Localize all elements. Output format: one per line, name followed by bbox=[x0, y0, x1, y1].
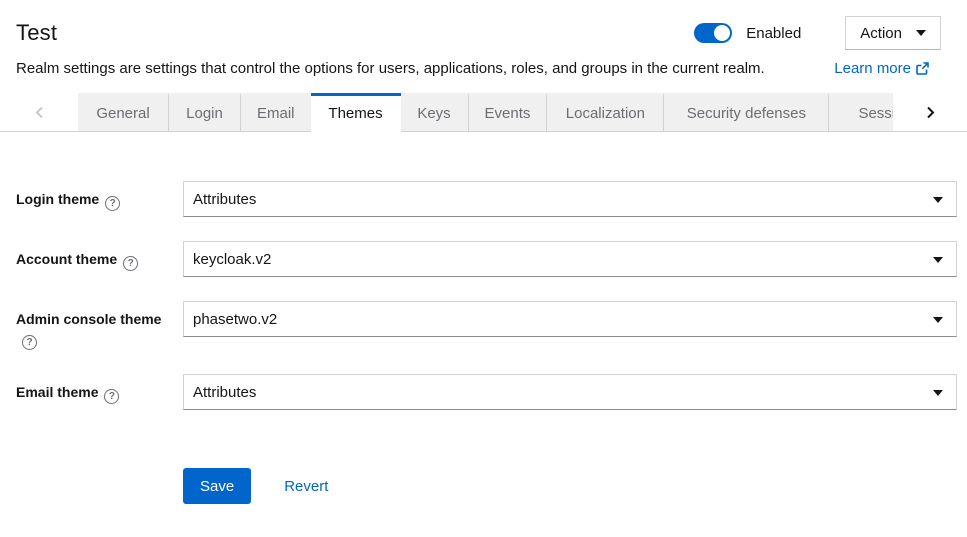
form-row-email-theme: Email theme? Attributes bbox=[16, 374, 957, 410]
page-title: Test bbox=[16, 20, 694, 46]
caret-down-icon bbox=[933, 197, 943, 203]
account-theme-label: Account theme bbox=[16, 251, 117, 267]
admin-console-theme-label-group: Admin console theme? bbox=[16, 301, 183, 350]
login-theme-label: Login theme bbox=[16, 191, 99, 207]
email-theme-label-group: Email theme? bbox=[16, 374, 183, 404]
tab-localization[interactable]: Localization bbox=[546, 93, 663, 132]
account-theme-select[interactable]: keycloak.v2 bbox=[183, 241, 957, 277]
save-button[interactable]: Save bbox=[183, 468, 251, 504]
page-header: Test Enabled Action Realm settings are s… bbox=[0, 0, 967, 77]
tab-general[interactable]: General bbox=[78, 93, 168, 132]
tab-keys[interactable]: Keys bbox=[401, 93, 468, 132]
learn-more-link[interactable]: Learn more bbox=[834, 60, 929, 77]
enabled-toggle[interactable] bbox=[694, 23, 732, 43]
tabs-scroll-left-button[interactable] bbox=[0, 93, 78, 132]
help-icon[interactable]: ? bbox=[22, 335, 37, 350]
caret-down-icon bbox=[933, 317, 943, 323]
caret-down-icon bbox=[916, 30, 926, 36]
admin-console-theme-value: phasetwo.v2 bbox=[193, 311, 277, 328]
enabled-toggle-label: Enabled bbox=[746, 25, 801, 42]
admin-console-theme-select[interactable]: phasetwo.v2 bbox=[183, 301, 957, 337]
caret-down-icon bbox=[933, 390, 943, 396]
email-theme-select[interactable]: Attributes bbox=[183, 374, 957, 410]
action-dropdown[interactable]: Action bbox=[845, 16, 941, 50]
revert-link[interactable]: Revert bbox=[284, 478, 328, 495]
login-theme-value: Attributes bbox=[193, 191, 256, 208]
external-link-icon bbox=[916, 62, 929, 75]
account-theme-value: keycloak.v2 bbox=[193, 251, 271, 268]
admin-console-theme-label: Admin console theme bbox=[16, 311, 161, 327]
account-theme-label-group: Account theme? bbox=[16, 241, 183, 271]
chevron-left-icon bbox=[35, 106, 44, 119]
help-icon[interactable]: ? bbox=[105, 196, 120, 211]
tab-security-defenses[interactable]: Security defenses bbox=[663, 93, 828, 132]
login-theme-select[interactable]: Attributes bbox=[183, 181, 957, 217]
realm-settings-tabs: General Login Email Themes Keys Events L… bbox=[0, 93, 967, 132]
enabled-toggle-group: Enabled bbox=[694, 23, 801, 43]
toggle-knob-icon bbox=[714, 25, 730, 41]
realm-description: Realm settings are settings that control… bbox=[16, 60, 834, 77]
tab-list: General Login Email Themes Keys Events L… bbox=[78, 93, 893, 132]
tabs-scroll-right-button[interactable] bbox=[893, 93, 967, 132]
form-row-login-theme: Login theme? Attributes bbox=[16, 181, 957, 217]
action-dropdown-label: Action bbox=[860, 25, 902, 42]
form-actions: Save Revert bbox=[183, 468, 957, 504]
form-row-admin-console-theme: Admin console theme? phasetwo.v2 bbox=[16, 301, 957, 350]
chevron-right-icon bbox=[926, 106, 935, 119]
email-theme-value: Attributes bbox=[193, 384, 256, 401]
tab-themes[interactable]: Themes bbox=[311, 93, 401, 132]
email-theme-label: Email theme bbox=[16, 384, 98, 400]
themes-form: Login theme? Attributes Account theme? k… bbox=[0, 132, 967, 504]
tab-login[interactable]: Login bbox=[168, 93, 240, 132]
login-theme-label-group: Login theme? bbox=[16, 181, 183, 211]
learn-more-label: Learn more bbox=[834, 60, 911, 77]
form-row-account-theme: Account theme? keycloak.v2 bbox=[16, 241, 957, 277]
tab-sessions[interactable]: Sessions bbox=[828, 93, 893, 132]
tab-events[interactable]: Events bbox=[468, 93, 547, 132]
help-icon[interactable]: ? bbox=[104, 389, 119, 404]
caret-down-icon bbox=[933, 257, 943, 263]
tab-email[interactable]: Email bbox=[240, 93, 311, 132]
help-icon[interactable]: ? bbox=[123, 256, 138, 271]
